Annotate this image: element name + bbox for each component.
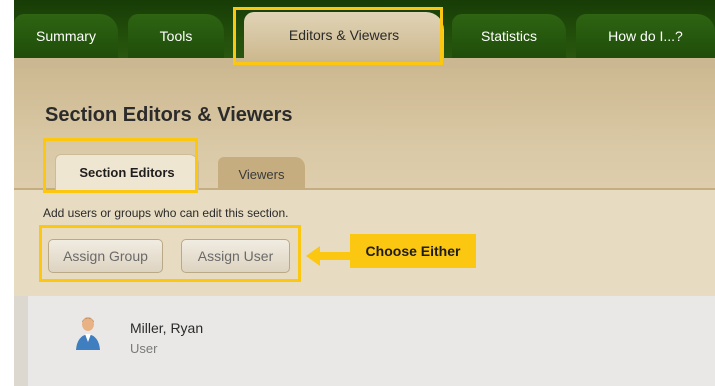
assign-user-button[interactable]: Assign User xyxy=(181,239,290,273)
arrow-left-icon xyxy=(306,246,350,266)
member-role: User xyxy=(130,341,158,356)
assign-group-button[interactable]: Assign Group xyxy=(48,239,163,273)
callout-label: Choose Either xyxy=(350,234,476,268)
list-left-rule xyxy=(14,296,28,386)
tab-how-do-i[interactable]: How do I...? xyxy=(576,14,715,58)
tab-viewers[interactable]: Viewers xyxy=(218,157,305,190)
window: Summary Tools Editors & Viewers Statisti… xyxy=(14,0,715,386)
tab-statistics[interactable]: Statistics xyxy=(452,14,566,58)
instructions-text: Add users or groups who can edit this se… xyxy=(43,206,289,220)
tab-summary[interactable]: Summary xyxy=(14,14,118,58)
tab-section-editors[interactable]: Section Editors xyxy=(55,154,199,190)
section-panel: Section Editors & Viewers Section Editor… xyxy=(14,68,715,296)
tab-editors-viewers[interactable]: Editors & Viewers xyxy=(244,12,444,60)
member-name: Miller, Ryan xyxy=(130,320,204,336)
user-avatar-icon xyxy=(76,317,100,350)
members-list xyxy=(14,296,715,386)
section-title: Section Editors & Viewers xyxy=(45,104,293,126)
tab-tools[interactable]: Tools xyxy=(128,14,224,58)
